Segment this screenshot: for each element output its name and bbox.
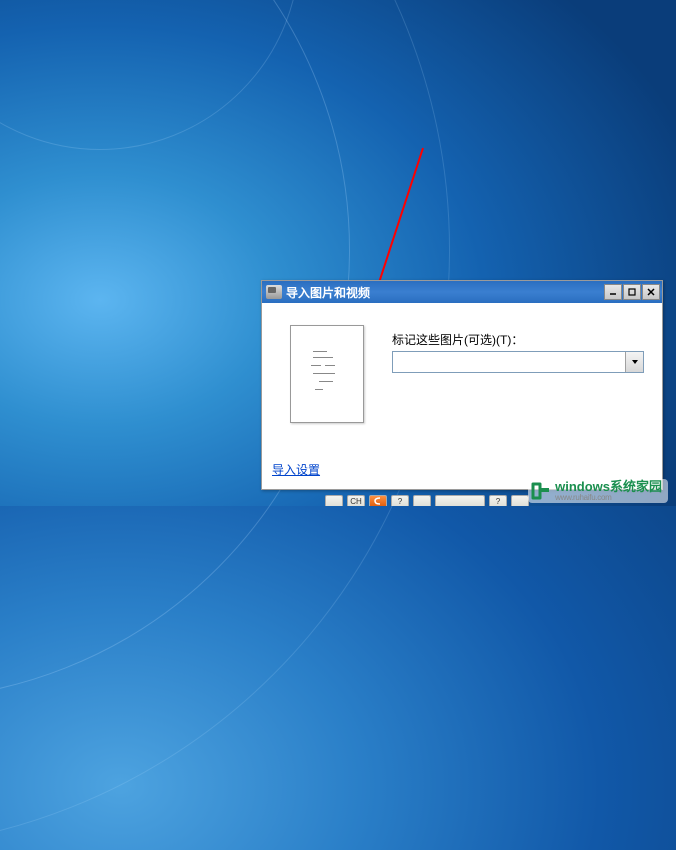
- tag-combobox[interactable]: [392, 351, 644, 373]
- help-icon[interactable]: ?: [391, 495, 409, 506]
- import-dialog: 导入图片和视频 标记这些图片(可选)(T)：: [261, 280, 663, 490]
- tag-dropdown-button[interactable]: [625, 352, 643, 372]
- minimize-button[interactable]: [604, 284, 622, 300]
- taskbar-sep: [413, 495, 431, 506]
- tag-label: 标记这些图片(可选)(T)：: [392, 331, 523, 348]
- image-thumbnail: [290, 325, 364, 423]
- window-controls: [603, 284, 660, 300]
- sogou-ime-icon[interactable]: [369, 495, 387, 506]
- titlebar[interactable]: 导入图片和视频: [262, 281, 662, 303]
- help-icon-2[interactable]: ?: [489, 495, 507, 506]
- watermark-main: windows系统家园: [555, 479, 662, 494]
- camera-icon: [266, 285, 282, 299]
- import-settings-link[interactable]: 导入设置: [272, 461, 320, 478]
- dialog-body: 标记这些图片(可选)(T)： 导入设置: [262, 303, 662, 489]
- taskbar-item[interactable]: [435, 495, 485, 506]
- language-indicator[interactable]: CH: [347, 495, 365, 506]
- dialog-title: 导入图片和视频: [286, 284, 603, 301]
- maximize-button[interactable]: [623, 284, 641, 300]
- close-button[interactable]: [642, 284, 660, 300]
- taskbar-grip[interactable]: [325, 495, 343, 506]
- watermark: windows系统家园 www.ruhaifu.com: [528, 479, 668, 503]
- watermark-sub: www.ruhaifu.com: [555, 494, 662, 502]
- watermark-logo-icon: [530, 481, 552, 501]
- tag-input[interactable]: [393, 352, 625, 372]
- taskbar-sep: [511, 495, 529, 506]
- watermark-text-block: windows系统家园 www.ruhaifu.com: [555, 480, 662, 502]
